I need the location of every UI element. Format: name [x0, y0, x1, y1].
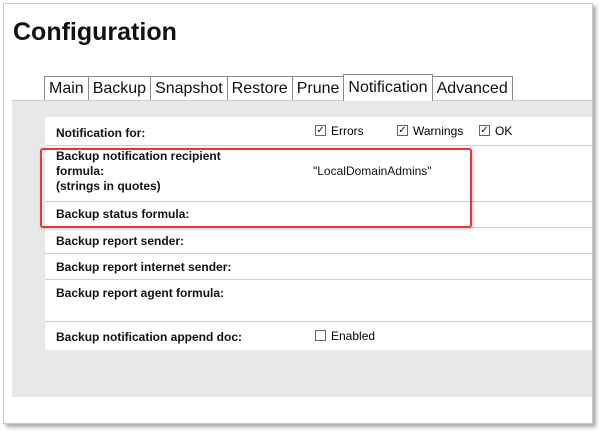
report-internet-sender-label: Backup report internet sender:	[56, 260, 232, 274]
row-report-agent-formula: Backup report agent formula:	[45, 280, 592, 322]
tab-bar: Main Backup Snapshot Restore Prune Notif…	[44, 74, 513, 101]
row-recipient-formula: Backup notification recipient formula: (…	[45, 146, 592, 202]
row-notification-for: Notification for: ✓ Errors ✓ Warnings ✓ OK	[45, 117, 592, 146]
row-report-sender: Backup report sender:	[45, 228, 592, 254]
tab-restore[interactable]: Restore	[226, 76, 293, 101]
notification-panel: Notification for: ✓ Errors ✓ Warnings ✓ OK …	[12, 100, 592, 397]
tab-prune[interactable]: Prune	[291, 76, 345, 101]
recipient-formula-label: Backup notification recipient formula: (…	[56, 149, 221, 194]
report-agent-formula-label: Backup report agent formula:	[56, 286, 225, 300]
status-formula-label: Backup status formula:	[56, 207, 190, 221]
row-append-doc: Backup notification append doc: Enabled	[45, 322, 592, 350]
option-warnings[interactable]: ✓ Warnings	[397, 123, 463, 138]
errors-checkbox[interactable]: ✓	[315, 125, 326, 137]
recipient-formula-value[interactable]: "LocalDomainAdmins"	[313, 164, 432, 178]
tab-backup[interactable]: Backup	[87, 76, 152, 101]
configuration-window: Configuration Main Backup Snapshot Resto…	[3, 3, 593, 424]
warnings-checkbox[interactable]: ✓	[397, 125, 408, 137]
notification-for-label: Notification for:	[56, 126, 146, 140]
tab-main[interactable]: Main	[44, 76, 89, 101]
append-doc-label: Backup notification append doc:	[56, 330, 243, 344]
ok-label: OK	[495, 123, 513, 138]
recipient-formula-label-line2: formula:	[56, 164, 104, 178]
row-report-internet-sender: Backup report internet sender:	[45, 254, 592, 280]
report-sender-label: Backup report sender:	[56, 234, 185, 248]
option-ok[interactable]: ✓ OK	[479, 123, 512, 138]
ok-checkbox[interactable]: ✓	[479, 125, 490, 137]
recipient-formula-label-line3: (strings in quotes)	[56, 179, 161, 193]
tab-advanced[interactable]: Advanced	[431, 76, 513, 101]
option-enabled[interactable]: Enabled	[315, 328, 375, 343]
warnings-label: Warnings	[413, 123, 464, 138]
recipient-formula-label-line1: Backup notification recipient	[56, 149, 221, 163]
tab-snapshot[interactable]: Snapshot	[150, 76, 228, 101]
notification-form: Notification for: ✓ Errors ✓ Warnings ✓ OK …	[45, 117, 592, 350]
page-title: Configuration	[13, 18, 177, 46]
errors-label: Errors	[331, 123, 364, 138]
enabled-label: Enabled	[331, 328, 376, 343]
enabled-checkbox[interactable]	[315, 330, 326, 342]
option-errors[interactable]: ✓ Errors	[315, 123, 364, 138]
tab-notification[interactable]: Notification	[343, 74, 433, 101]
row-status-formula: Backup status formula:	[45, 202, 592, 228]
